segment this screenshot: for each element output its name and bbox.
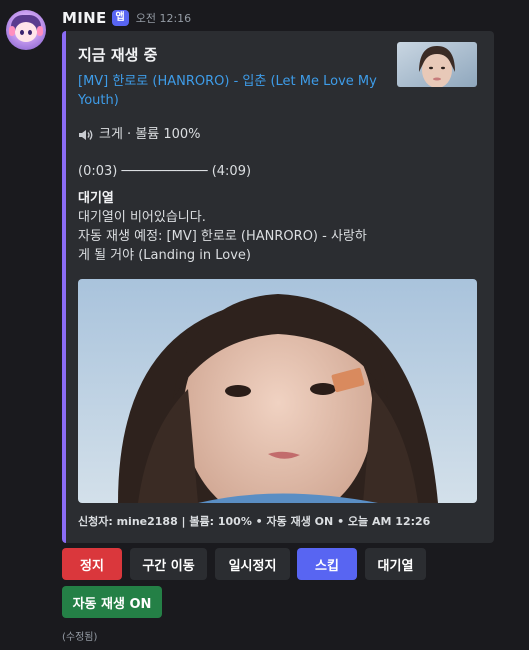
stop-button[interactable]: 정지 (62, 548, 122, 580)
bot-avatar[interactable] (6, 10, 46, 50)
skip-button[interactable]: 스킵 (297, 548, 357, 580)
queue-empty-text: 대기열이 비어있습니다. (78, 210, 206, 225)
queue-heading: 대기열 (78, 191, 114, 206)
track-link[interactable]: [MV] 한로로 (HANRORO) - 입춘 (Let Me Love My … (78, 72, 378, 110)
avatar-face (15, 22, 37, 42)
autoplay-toggle-button[interactable]: 자동 재생 ON (62, 586, 162, 618)
embed-footer: 신청자: mine2188 | 볼륨: 100% • 자동 재생 ON • 오늘… (78, 515, 431, 528)
avatar-eye (28, 30, 32, 35)
volume-line: 크게 · 볼륨 100% (78, 125, 201, 144)
headphone-icon (37, 26, 43, 36)
embed-thumbnail[interactable] (397, 42, 477, 87)
autoplay-next-text: 자동 재생 예정: [MV] 한로로 (HANRORO) - 사랑하게 될 거야… (78, 229, 367, 263)
queue-button[interactable]: 대기열 (365, 548, 426, 580)
seek-button[interactable]: 구간 이동 (130, 548, 207, 580)
edited-label: (수정됨) (62, 632, 98, 643)
app-badge: 앱 (111, 10, 129, 26)
pause-button[interactable]: 일시정지 (215, 548, 290, 580)
author-name[interactable]: MINE (62, 9, 107, 27)
headphone-icon (9, 26, 15, 36)
embed-title: 지금 재생 중 (78, 46, 158, 64)
message-header: MINE 앱 오전 12:16 (62, 8, 191, 28)
avatar-eye (20, 30, 24, 35)
now-playing-embed: 지금 재생 중 [MV] 한로로 (HANRORO) - 입춘 (Let Me … (62, 31, 494, 543)
progress-line: (0:03) ─────────── (4:09) (78, 164, 252, 179)
volume-text: 크게 · 볼륨 100% (99, 127, 201, 142)
speaker-loud-icon (78, 128, 96, 142)
embed-image[interactable] (78, 279, 477, 503)
message-timestamp[interactable]: 오전 12:16 (136, 10, 191, 26)
